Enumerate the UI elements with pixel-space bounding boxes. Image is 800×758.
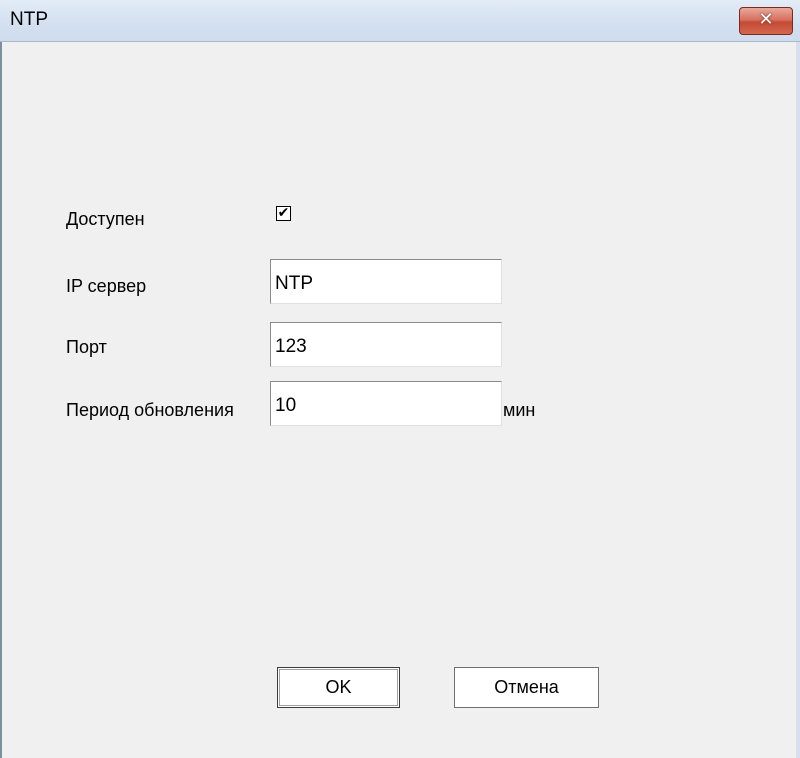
ip-server-label: IP сервер — [66, 276, 147, 296]
enabled-label: Доступен — [66, 209, 145, 229]
window-title: NTP — [10, 9, 48, 30]
update-period-label: Период обновления — [66, 400, 234, 420]
ntp-dialog: NTP ✕ Доступен ✔ IP сервер Порт Период о… — [0, 0, 800, 758]
port-label: Порт — [66, 337, 107, 357]
enabled-checkbox[interactable]: ✔ — [276, 206, 291, 221]
window-right-border — [796, 42, 800, 758]
title-bar: NTP ✕ — [0, 0, 800, 42]
ok-button[interactable]: OK — [277, 667, 400, 708]
update-period-unit: мин — [503, 400, 536, 420]
close-button[interactable]: ✕ — [739, 7, 793, 35]
port-input[interactable] — [270, 322, 502, 367]
close-icon: ✕ — [758, 9, 774, 30]
window-left-border — [0, 42, 2, 758]
cancel-button[interactable]: Отмена — [454, 667, 599, 708]
update-period-input[interactable] — [270, 381, 502, 426]
checkmark-icon: ✔ — [277, 205, 290, 221]
ip-server-input[interactable] — [270, 259, 502, 304]
